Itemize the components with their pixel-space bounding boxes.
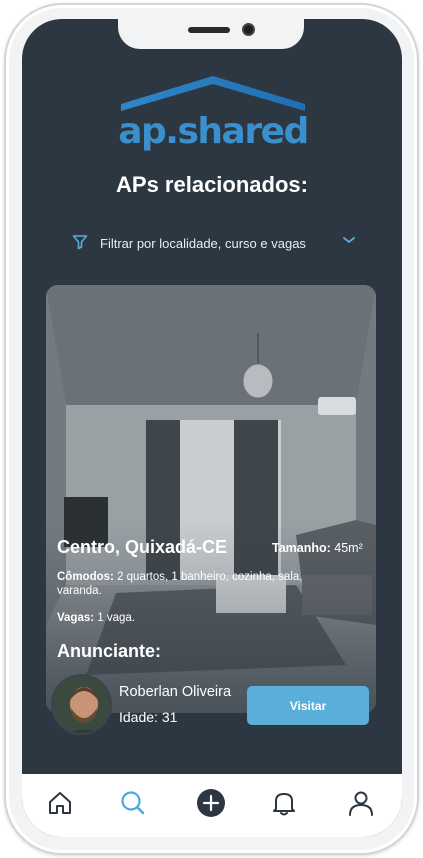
listing-size: Tamanho: 45m² [272, 541, 363, 555]
spots-label: Vagas: [57, 612, 95, 624]
bottom-tab-bar [22, 774, 402, 837]
filter-label: Filtrar por localidade, curso e vagas [100, 236, 306, 251]
camera-icon [242, 23, 255, 36]
speaker [188, 27, 230, 33]
size-label: Tamanho: [272, 541, 331, 555]
plus-circle-icon [197, 789, 225, 817]
advertiser-photo [53, 676, 110, 733]
listing-location: Centro, Quixadá-CE [57, 537, 228, 557]
filter-icon [72, 235, 88, 250]
bell-icon [273, 793, 295, 816]
listing-rooms: Cômodos: 2 quartos, 1 banheiro, cozinha,… [57, 570, 307, 598]
filter-dropdown[interactable]: Filtrar por localidade, curso e vagas [68, 229, 364, 259]
search-icon [121, 791, 145, 815]
avatar[interactable] [51, 674, 112, 735]
advertiser-heading: Anunciante: [57, 641, 162, 661]
home-icon [49, 792, 71, 814]
tab-profile[interactable] [346, 788, 376, 818]
chevron-down-icon [343, 237, 355, 244]
tab-search[interactable] [118, 788, 148, 818]
advertiser-age: Idade: 31 [119, 709, 178, 725]
spots-value: 1 vaga. [97, 612, 136, 624]
logo-text: ap.shared [118, 111, 309, 152]
page-title: APs relacionados: [116, 172, 308, 197]
rooms-label: Cômodos: [57, 571, 114, 583]
tab-home[interactable] [45, 788, 75, 818]
size-value: 45m² [334, 541, 363, 555]
visit-button[interactable]: Visitar [247, 686, 369, 725]
advertiser-name: Roberlan Oliveira [119, 684, 232, 700]
tab-add[interactable] [196, 788, 226, 818]
app-logo: ap.shared [118, 71, 309, 159]
tab-notifications[interactable] [269, 788, 299, 818]
roof-icon [121, 76, 305, 111]
app-screen: ap.shared APs relacionados: Filtrar por … [22, 19, 402, 837]
phone-notch [118, 19, 304, 49]
listing-spots: Vagas: 1 vaga. [57, 612, 135, 624]
user-icon [349, 791, 373, 816]
